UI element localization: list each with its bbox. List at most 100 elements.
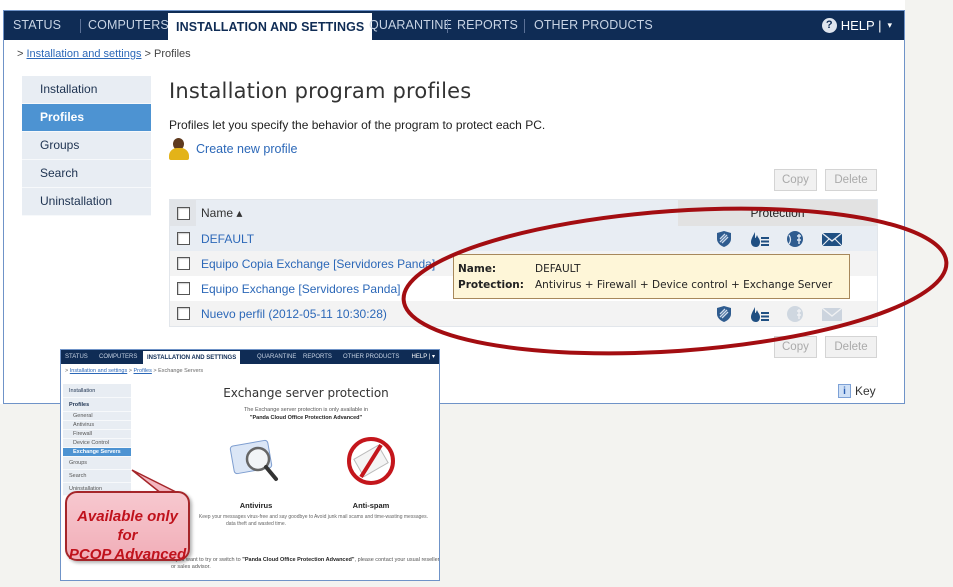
tooltip-name-value: DEFAULT — [535, 263, 581, 275]
antivirus-shield-icon — [716, 230, 731, 247]
inset-footer-product: "Panda Cloud Office Protection Advanced" — [242, 557, 355, 563]
inset-feature-desc: Keep your messages virus-free and say go… — [198, 514, 314, 527]
inset-sidebar-item: Groups — [63, 457, 131, 470]
inset-tab-computers: COMPUTERS — [99, 354, 138, 360]
tab-separator — [80, 19, 81, 33]
inset-feature-antispam: Anti-spam Avoid junk mail scams and time… — [311, 435, 431, 521]
row-checkbox[interactable] — [176, 282, 190, 295]
help-menu[interactable]: ? HELP | ▾ — [821, 11, 892, 40]
antivirus-shield-icon — [716, 305, 731, 322]
inset-sidebar: Installation Profiles General Antivirus … — [63, 384, 131, 496]
inset-sidebar-item: Firewall — [63, 430, 131, 439]
row-checkbox[interactable] — [176, 232, 190, 245]
inset-tab-reports: REPORTS — [303, 354, 332, 360]
callout-line: Available only for — [77, 508, 178, 544]
sidebar-item-uninstallation[interactable]: Uninstallation — [22, 188, 151, 216]
inset-subtitle-line: The Exchange server protection is only a… — [243, 407, 369, 413]
inset-tab-other-products: OTHER PRODUCTS — [343, 354, 400, 360]
device-control-icon-disabled — [786, 305, 803, 322]
inset-sidebar-item-active: Exchange Servers — [63, 448, 131, 457]
right-background — [905, 0, 953, 404]
delete-button-top[interactable]: Delete — [825, 169, 877, 191]
sidebar-item-search[interactable]: Search — [22, 160, 151, 188]
tab-other-products[interactable]: OTHER PRODUCTS — [534, 11, 653, 40]
tooltip-name-label: Name: — [458, 263, 497, 275]
inset-sidebar-item: Device Control — [63, 439, 131, 448]
inset-top-navigation: STATUS COMPUTERS INSTALLATION AND SETTIN… — [61, 350, 439, 365]
copy-button-bottom[interactable]: Copy — [774, 336, 817, 358]
breadcrumb-current: Profiles — [154, 48, 191, 60]
profile-name-link[interactable]: DEFAULT — [196, 232, 678, 246]
top-navigation: STATUS COMPUTERS INSTALLATION AND SETTIN… — [4, 11, 904, 42]
column-header-name[interactable]: Name ▴ — [196, 200, 678, 226]
create-new-profile-link[interactable]: Create new profile — [169, 138, 297, 160]
inset-title: Exchange server protection — [223, 386, 389, 400]
inset-subtitle: The Exchange server protection is only a… — [181, 406, 431, 422]
table-row: DEFAULT — [170, 226, 877, 251]
copy-button-top[interactable]: Copy — [774, 169, 817, 191]
firewall-icon — [750, 231, 769, 247]
inset-sidebar-item: General — [63, 412, 131, 421]
protection-icons — [678, 230, 877, 248]
column-header-protection: Protection — [678, 200, 877, 226]
tab-installation-and-settings[interactable]: INSTALLATION AND SETTINGS — [168, 13, 373, 42]
inset-breadcrumb: > Installation and settings > Profiles >… — [65, 368, 204, 374]
inset-footer: If you want to try or switch to "Panda C… — [171, 557, 439, 571]
inset-tab-status: STATUS — [65, 354, 88, 360]
key-legend[interactable]: i Key — [838, 384, 876, 398]
profile-tooltip: Name: DEFAULT Protection: Antivirus + Fire… — [453, 254, 850, 299]
exchange-mail-icon — [821, 231, 842, 246]
device-control-icon — [786, 230, 803, 247]
tab-status[interactable]: STATUS — [13, 11, 61, 40]
inset-feature-name: Antivirus — [239, 501, 273, 510]
delete-button-bottom[interactable]: Delete — [825, 336, 877, 358]
select-all-cell — [170, 200, 196, 226]
inset-feature-desc: Avoid junk mail scams and time-wasting m… — [313, 514, 429, 520]
sidebar-item-installation[interactable]: Installation — [22, 76, 151, 104]
select-all-checkbox[interactable] — [176, 206, 190, 220]
inset-help: HELP | ▾ — [411, 354, 435, 360]
create-new-profile-label: Create new profile — [196, 142, 298, 156]
page-description: Profiles let you specify the behavior of… — [169, 118, 546, 132]
sidebar-item-profiles[interactable]: Profiles — [22, 104, 151, 132]
exchange-mail-icon-disabled — [821, 306, 842, 321]
chevron-down-icon: ▾ — [887, 20, 892, 30]
inset-subtitle-product: "Panda Cloud Office Protection Advanced" — [249, 415, 363, 421]
inset-tab-quarantine: QUARANTINE — [257, 354, 297, 360]
protection-icons — [678, 305, 877, 323]
row-checkbox[interactable] — [176, 257, 190, 270]
breadcrumb-separator: > — [141, 48, 154, 60]
user-icon — [169, 138, 189, 160]
pcop-advanced-callout: Available only for PCOP Advanced — [65, 491, 190, 563]
breadcrumb-link-installation-settings[interactable]: Installation and settings — [26, 48, 141, 60]
sidebar: Installation Profiles Groups Search Unin… — [22, 76, 151, 216]
tab-reports[interactable]: REPORTS — [457, 11, 518, 40]
page-title: Installation program profiles — [169, 79, 472, 103]
profile-name-link[interactable]: Nuevo perfil (2012-05-11 10:30:28) — [196, 307, 678, 321]
table-row: Nuevo perfil (2012-05-11 10:30:28) — [170, 301, 877, 326]
question-circle-icon: ? — [821, 18, 837, 33]
inset-breadcrumb-current: Exchange Servers — [158, 368, 204, 374]
inset-sidebar-item: Antivirus — [63, 421, 131, 430]
firewall-icon — [750, 306, 769, 322]
table-header: Name ▴ Protection — [170, 200, 877, 226]
sidebar-item-groups[interactable]: Groups — [22, 132, 151, 160]
tooltip-protection-value: Antivirus + Firewall + Device control + … — [535, 279, 833, 291]
row-checkbox[interactable] — [176, 307, 190, 320]
info-icon: i — [838, 384, 851, 398]
key-label: Key — [855, 384, 876, 398]
tooltip-protection-label: Protection: — [458, 279, 524, 291]
tab-quarantine[interactable]: QUARANTINE — [369, 11, 452, 40]
antispam-no-mail-icon — [343, 435, 399, 487]
inset-feature-name: Anti-spam — [352, 501, 390, 510]
inset-breadcrumb-link: Profiles — [133, 368, 152, 374]
antivirus-magnifier-mail-icon — [228, 435, 284, 487]
tab-computers[interactable]: COMPUTERS — [88, 11, 169, 40]
inset-feature-antivirus: Antivirus Keep your messages virus-free … — [196, 435, 316, 528]
tab-separator — [524, 19, 525, 33]
inset-sidebar-item: Profiles — [63, 398, 131, 412]
tab-separator — [447, 19, 448, 33]
callout-line: PCOP Advanced — [68, 546, 187, 563]
breadcrumb: > Installation and settings > Profiles — [17, 48, 191, 60]
inset-sidebar-item: Search — [63, 470, 131, 483]
